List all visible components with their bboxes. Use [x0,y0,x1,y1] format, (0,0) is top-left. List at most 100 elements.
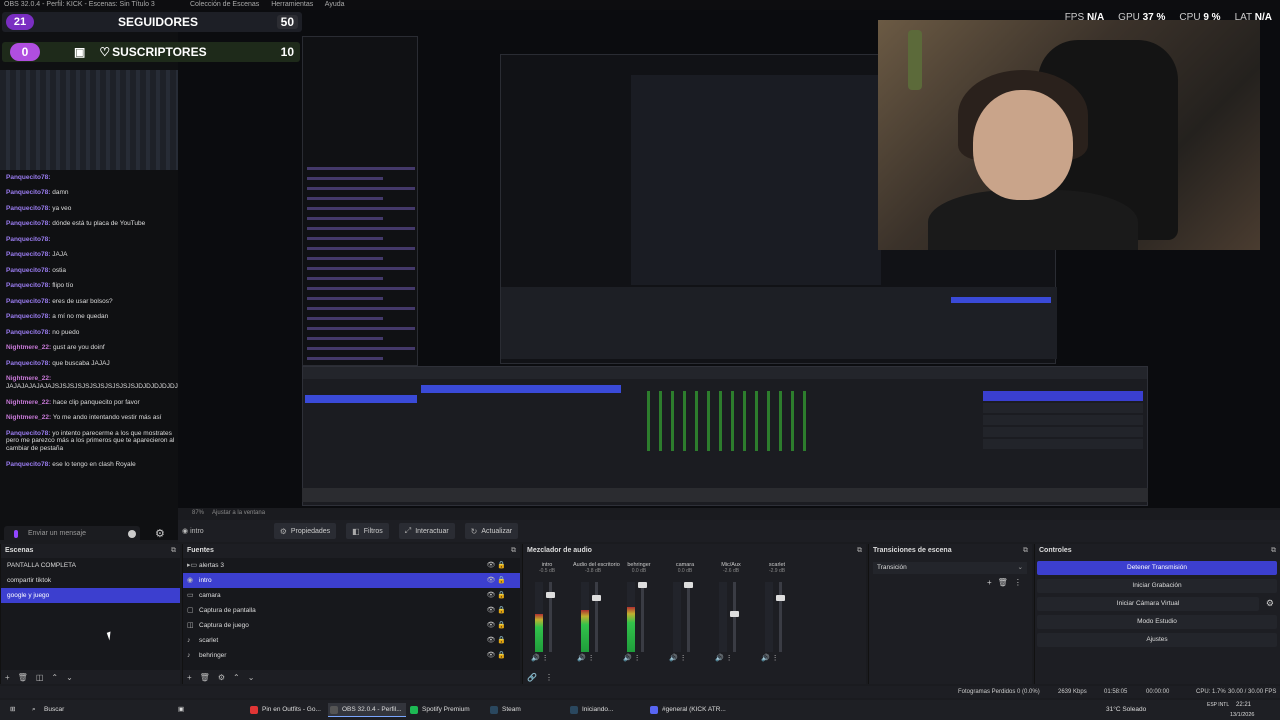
chat-username[interactable]: Nightmere_22: [6,399,51,406]
source-item[interactable]: ◉ intro 👁 🔒 [183,573,520,588]
search-icon[interactable]: ⌕ [32,700,36,720]
chat-username[interactable]: Panquecito78: [6,174,50,181]
source-item[interactable]: ▸▭ alertas 3 👁 🔒 [183,558,520,573]
eye-icon[interactable]: 👁 [486,562,495,569]
speaker-icon[interactable]: 🔊 [577,655,586,662]
add-icon[interactable]: + [187,673,192,682]
transition-select[interactable]: Transición ⌄ [873,562,1027,574]
keyboard-language[interactable]: ESP INTL [1207,700,1229,710]
fader-handle[interactable] [546,591,555,598]
chat-username[interactable]: Nightmere_22: [6,414,51,421]
volume-fader[interactable] [592,582,601,652]
trash-icon[interactable]: 🗑 [18,673,28,682]
chat-username[interactable]: Panquecito78: [6,360,50,367]
taskbar-app[interactable]: #general (KICK ATR... [648,703,730,717]
fit-to-window[interactable]: Ajustar a la ventana [212,510,265,516]
popout-icon[interactable]: ⧉ [1023,544,1028,558]
filter-icon[interactable]: ◫ [36,673,44,682]
popout-icon[interactable]: ⧉ [1271,544,1276,558]
start-recording-button[interactable]: Iniciar Grabación [1037,579,1277,593]
link-icon[interactable]: 🔗 [527,673,537,682]
chat-username[interactable]: Panquecito78: [6,205,50,212]
more-icon[interactable]: ⋮ [632,655,641,662]
lock-icon[interactable]: 🔒 [495,562,506,569]
chat-username[interactable]: Panquecito78: [6,267,50,274]
lock-icon[interactable]: 🔒 [495,592,506,599]
popout-icon[interactable]: ⧉ [511,544,516,558]
volume-fader[interactable] [684,582,693,652]
clock-date[interactable]: 13/1/2026 [1230,710,1254,720]
fader-handle[interactable] [776,594,785,601]
task-view-icon[interactable]: ▣ [178,700,184,720]
filters-button[interactable]: ◧ Filtros [346,523,389,539]
chat-username[interactable]: Panquecito78: [6,251,50,258]
fader-handle[interactable] [592,594,601,601]
gear-icon[interactable]: ⚙ [1266,598,1274,609]
start-virtual-camera-button[interactable]: Iniciar Cámara Virtual [1037,597,1259,611]
source-item[interactable]: ▭ camara 👁 🔒 [183,588,520,603]
clock-time[interactable]: 22:21 [1236,700,1251,710]
more-icon[interactable]: ⋮ [678,655,687,662]
lock-icon[interactable]: 🔒 [495,607,506,614]
taskbar-app[interactable]: Steam [488,703,525,717]
stop-stream-button[interactable]: Detener Transmisión [1037,561,1277,575]
settings-button[interactable]: Ajustes [1037,633,1277,647]
chevron-up-icon[interactable]: ⌃ [233,673,240,682]
speaker-icon[interactable]: 🔊 [531,655,540,662]
eye-icon[interactable]: 👁 [486,607,495,614]
chat-username[interactable]: Panquecito78: [6,282,50,289]
taskbar-app[interactable]: Spotify Premium [408,703,474,717]
trash-icon[interactable]: 🗑 [200,673,210,682]
chevron-up-icon[interactable]: ⌃ [51,673,58,682]
more-icon[interactable]: ⋮ [586,655,595,662]
interact-button[interactable]: ⤢ Interactuar [398,523,455,539]
more-icon[interactable]: ⋮ [1014,578,1022,587]
source-item[interactable]: ▢ Captura de pantalla 👁 🔒 [183,603,520,618]
chat-username[interactable]: Panquecito78: [6,236,50,243]
chat-username[interactable]: Panquecito78: [6,461,50,468]
fader-handle[interactable] [730,610,739,617]
speaker-icon[interactable]: 🔊 [623,655,632,662]
volume-fader[interactable] [638,582,647,652]
eye-icon[interactable]: 👁 [486,592,495,599]
scene-item[interactable]: google y juego [1,588,180,603]
zoom-level[interactable]: 87% [192,510,204,516]
volume-fader[interactable] [546,582,555,652]
chat-username[interactable]: Nightmere_22: [6,344,51,351]
chevron-down-icon[interactable]: ⌄ [248,673,255,682]
studio-mode-button[interactable]: Modo Estudio [1037,615,1277,629]
lock-icon[interactable]: 🔒 [495,622,506,629]
eye-icon[interactable]: 👁 [486,622,495,629]
add-icon[interactable]: + [5,673,10,682]
lock-icon[interactable]: 🔒 [495,652,506,659]
volume-fader[interactable] [776,582,785,652]
taskbar-app[interactable]: Iniciando... [568,703,617,717]
fader-handle[interactable] [638,582,647,588]
gear-icon[interactable]: ⚙ [155,527,165,540]
speaker-icon[interactable]: 🔊 [715,655,724,662]
lock-icon[interactable]: 🔒 [495,577,506,584]
fader-handle[interactable] [684,582,693,588]
popout-icon[interactable]: ⧉ [171,544,176,558]
taskbar-app[interactable]: OBS 32.0.4 - Perfil... [328,703,406,717]
source-item[interactable]: ♪ behringer 👁 🔒 [183,648,520,663]
chevron-down-icon[interactable]: ⌄ [66,673,73,682]
gear-icon[interactable]: ⚙ [218,673,225,682]
taskbar-search[interactable]: Buscar [44,700,64,720]
volume-fader[interactable] [730,582,739,652]
chat-username[interactable]: Panquecito78: [6,313,50,320]
more-icon[interactable]: ⋮ [724,655,733,662]
speaker-icon[interactable]: 🔊 [669,655,678,662]
chat-username[interactable]: Panquecito78: [6,430,50,437]
preview-canvas[interactable] [178,10,1280,508]
chat-username[interactable]: Nightmere_22: [6,375,51,382]
chat-username[interactable]: Panquecito78: [6,189,50,196]
speaker-icon[interactable]: 🔊 [761,655,770,662]
menu-escenas[interactable]: Colección de Escenas [190,1,259,8]
eye-icon[interactable]: 👁 [486,637,495,644]
taskbar-app[interactable]: Pin en Outfits - Go... [248,703,325,717]
eye-icon[interactable]: 👁 [486,652,495,659]
chat-username[interactable]: Panquecito78: [6,329,50,336]
refresh-button[interactable]: ↻ Actualizar [464,523,519,539]
emoji-icon[interactable] [128,530,136,538]
